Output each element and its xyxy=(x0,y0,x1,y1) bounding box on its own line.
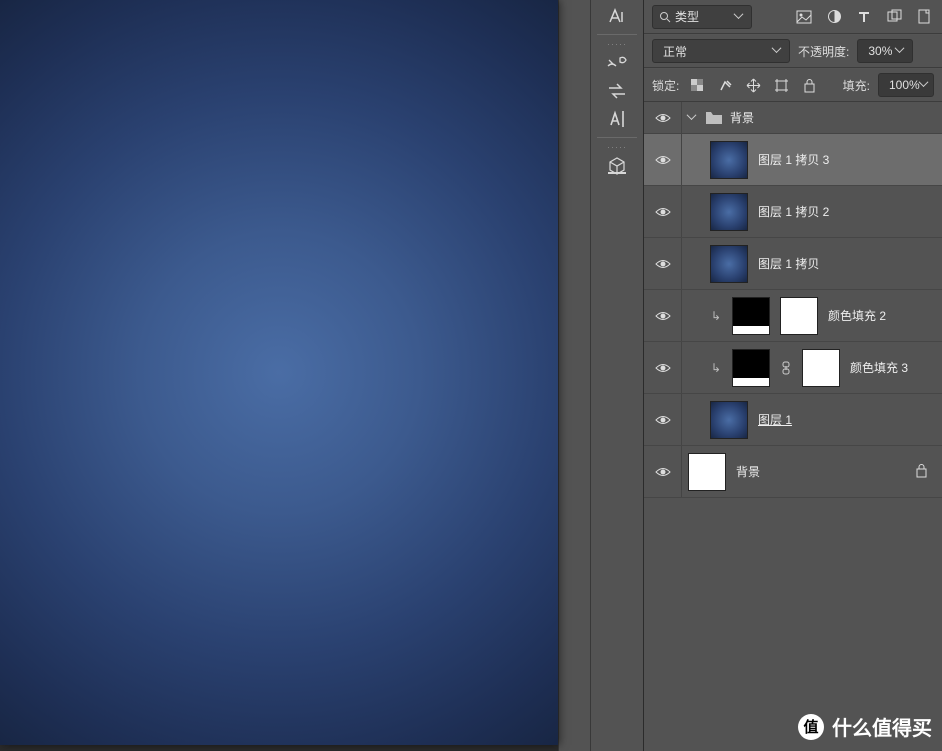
watermark: 值 什么值得买 xyxy=(798,712,932,741)
visibility-toggle[interactable] xyxy=(644,238,682,289)
filter-row: 类型 xyxy=(644,0,942,34)
chevron-down-icon xyxy=(896,46,906,56)
layer-name[interactable]: 图层 1 xyxy=(758,411,792,428)
lock-all-icon[interactable] xyxy=(799,75,819,95)
filter-smart-icon[interactable] xyxy=(914,7,934,27)
layer-row[interactable]: 图层 1 xyxy=(644,394,942,446)
strip-label: ····· xyxy=(607,142,627,152)
search-icon xyxy=(659,11,671,23)
panel-gutter xyxy=(558,0,591,751)
blend-mode-value: 正常 xyxy=(663,43,687,60)
visibility-toggle[interactable] xyxy=(644,134,682,185)
eye-icon xyxy=(655,466,671,478)
filter-shape-icon[interactable] xyxy=(884,7,904,27)
visibility-toggle[interactable] xyxy=(644,394,682,445)
character-panel-icon[interactable] xyxy=(599,2,635,30)
layer-thumbnail[interactable] xyxy=(688,453,726,491)
layer-thumbnail[interactable] xyxy=(732,297,770,335)
chevron-down-icon xyxy=(920,80,927,90)
canvas-area xyxy=(0,0,558,751)
3d-panel-icon[interactable] xyxy=(599,152,635,180)
fill-value: 100% xyxy=(889,78,920,92)
layer-thumbnail[interactable] xyxy=(732,349,770,387)
layer-name[interactable]: 颜色填充 2 xyxy=(828,307,886,324)
layer-row[interactable]: ↳ 颜色填充 2 xyxy=(644,290,942,342)
mask-thumbnail[interactable] xyxy=(780,297,818,335)
layer-name[interactable]: 颜色填充 3 xyxy=(850,359,908,376)
filter-type-label: 类型 xyxy=(675,8,699,25)
eye-icon xyxy=(655,206,671,218)
layer-name[interactable]: 图层 1 拷贝 2 xyxy=(758,203,829,220)
chevron-down-icon xyxy=(735,12,745,22)
layer-row[interactable]: 背景 xyxy=(644,446,942,498)
lock-artboard-icon[interactable] xyxy=(771,75,791,95)
visibility-toggle[interactable] xyxy=(644,342,682,393)
lock-row: 锁定: 填充: 100% xyxy=(644,68,942,102)
canvas-document[interactable] xyxy=(0,0,558,745)
lock-image-icon[interactable] xyxy=(715,75,735,95)
filter-adjustment-icon[interactable] xyxy=(824,7,844,27)
visibility-toggle[interactable] xyxy=(644,290,682,341)
lock-label: 锁定: xyxy=(652,77,679,94)
layer-group-row[interactable]: 背景 xyxy=(644,102,942,134)
eye-icon xyxy=(655,112,671,124)
visibility-toggle[interactable] xyxy=(644,102,682,133)
layer-thumbnail[interactable] xyxy=(710,401,748,439)
filter-type-icon[interactable] xyxy=(854,7,874,27)
link-icon[interactable] xyxy=(780,361,792,375)
visibility-toggle[interactable] xyxy=(644,186,682,237)
layer-row[interactable]: 图层 1 拷贝 3 xyxy=(644,134,942,186)
layer-name[interactable]: 背景 xyxy=(736,463,760,480)
fill-label: 填充: xyxy=(843,77,870,94)
eye-icon xyxy=(655,310,671,322)
layer-name[interactable]: 图层 1 拷贝 xyxy=(758,255,819,272)
opacity-label: 不透明度: xyxy=(798,43,849,60)
eye-icon xyxy=(655,414,671,426)
opacity-value: 30% xyxy=(868,44,892,58)
opacity-input[interactable]: 30% xyxy=(857,39,913,63)
filter-pixel-icon[interactable] xyxy=(794,7,814,27)
layer-row[interactable]: 图层 1 拷贝 xyxy=(644,238,942,290)
layer-name[interactable]: 图层 1 拷贝 3 xyxy=(758,151,829,168)
clip-indicator-icon: ↳ xyxy=(710,361,722,375)
layer-row[interactable]: 图层 1 拷贝 2 xyxy=(644,186,942,238)
strip-label: ····· xyxy=(607,39,627,49)
eye-icon xyxy=(655,362,671,374)
lock-icon[interactable] xyxy=(915,463,928,481)
watermark-text: 什么值得买 xyxy=(832,712,932,741)
layer-thumbnail[interactable] xyxy=(710,141,748,179)
group-expand-icon[interactable] xyxy=(688,113,698,123)
vertical-text-icon[interactable] xyxy=(599,105,635,133)
layer-row[interactable]: ↳ 颜色填充 3 xyxy=(644,342,942,394)
swap-panel-icon[interactable] xyxy=(599,77,635,105)
mask-thumbnail[interactable] xyxy=(802,349,840,387)
chevron-down-icon xyxy=(773,46,783,56)
layers-panel: 类型 正常 不透明度: 30% 锁定: 填充: 100% xyxy=(643,0,942,751)
clip-indicator-icon: ↳ xyxy=(710,309,722,323)
fill-input[interactable]: 100% xyxy=(878,73,934,97)
watermark-badge: 值 xyxy=(798,714,824,740)
eye-icon xyxy=(655,154,671,166)
layer-thumbnail[interactable] xyxy=(710,245,748,283)
lock-position-icon[interactable] xyxy=(743,75,763,95)
layer-thumbnail[interactable] xyxy=(710,193,748,231)
blend-row: 正常 不透明度: 30% xyxy=(644,34,942,68)
eye-icon xyxy=(655,258,671,270)
folder-icon xyxy=(705,111,723,125)
lock-transparency-icon[interactable] xyxy=(687,75,707,95)
layer-list: 背景 图层 1 拷贝 3 图层 1 拷贝 2 图层 1 拷贝 xyxy=(644,102,942,751)
visibility-toggle[interactable] xyxy=(644,446,682,497)
layer-filter-dropdown[interactable]: 类型 xyxy=(652,5,752,29)
collapsed-panel-strip: ····· ····· xyxy=(591,0,643,751)
blend-mode-dropdown[interactable]: 正常 xyxy=(652,39,790,63)
brush-panel-icon[interactable] xyxy=(599,49,635,77)
group-name[interactable]: 背景 xyxy=(730,109,754,126)
